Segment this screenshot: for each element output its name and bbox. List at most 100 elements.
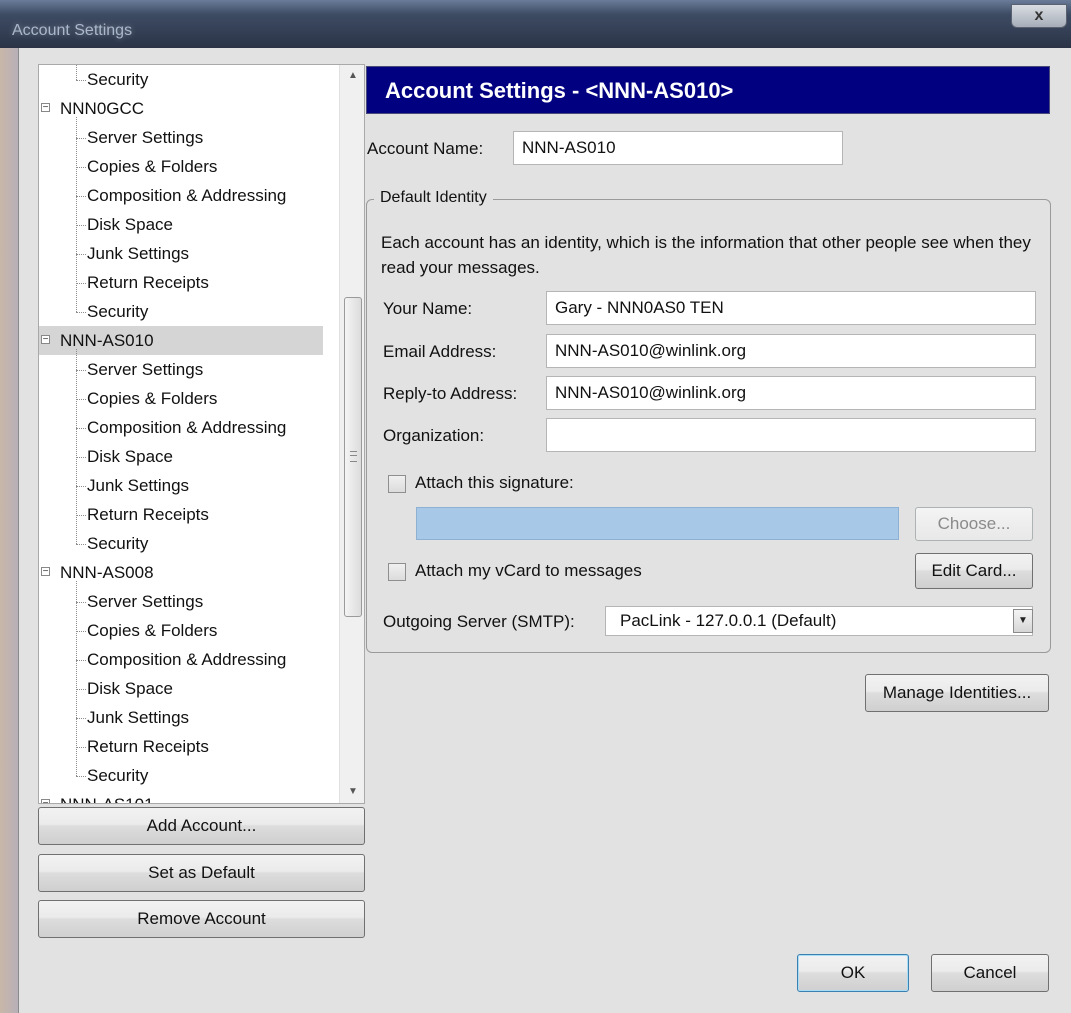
- collapse-icon[interactable]: −: [41, 103, 50, 113]
- tree-setting-item[interactable]: Server Settings: [39, 355, 323, 384]
- tree-setting-item[interactable]: Disk Space: [39, 210, 323, 239]
- manage-identities-button[interactable]: Manage Identities...: [865, 674, 1049, 712]
- tree-setting-item[interactable]: Security: [39, 529, 323, 558]
- collapse-icon[interactable]: −: [41, 799, 50, 803]
- tree-setting-item[interactable]: Security: [39, 65, 323, 94]
- tree-connector: [76, 515, 86, 516]
- ok-button[interactable]: OK: [797, 954, 909, 992]
- tree-item-label: NNN-AS010: [60, 331, 154, 350]
- tree-setting-item[interactable]: Composition & Addressing: [39, 413, 323, 442]
- organization-label: Organization:: [383, 426, 485, 445]
- collapse-icon[interactable]: −: [41, 567, 50, 577]
- email-address-input[interactable]: NNN-AS010@winlink.org: [546, 334, 1036, 368]
- account-tree[interactable]: Security − NNN0GCC Server Settings Copies & …: [38, 64, 365, 804]
- tree-setting-item[interactable]: Security: [39, 297, 323, 326]
- window-title: Account Settings: [12, 22, 133, 39]
- outgoing-server-label: Outgoing Server (SMTP):: [383, 612, 575, 631]
- email-address-label: Email Address:: [383, 342, 497, 361]
- tree-connector: [76, 254, 86, 255]
- title-bar: Account Settings x: [0, 0, 1071, 48]
- attach-vcard-label: Attach my vCard to messages: [415, 561, 642, 580]
- tree-setting-item[interactable]: Return Receipts: [39, 732, 323, 761]
- reply-to-label: Reply-to Address:: [383, 384, 518, 403]
- window-frame: [0, 48, 18, 1013]
- tree-setting-item[interactable]: Security: [39, 761, 323, 790]
- cancel-button[interactable]: Cancel: [931, 954, 1049, 992]
- choose-button[interactable]: Choose...: [915, 507, 1033, 541]
- tree-connector: [76, 399, 86, 400]
- attach-signature-checkbox[interactable]: [388, 475, 406, 493]
- tree-setting-item[interactable]: Composition & Addressing: [39, 645, 323, 674]
- tree-item-label: Return Receipts: [87, 505, 209, 524]
- tree-item-label: Security: [87, 302, 149, 321]
- default-identity-legend: Default Identity: [374, 189, 493, 207]
- tree-setting-item[interactable]: Server Settings: [39, 123, 323, 152]
- organization-input[interactable]: [546, 418, 1036, 452]
- tree-setting-item[interactable]: Composition & Addressing: [39, 181, 323, 210]
- tree-item-label: NNN0GCC: [60, 99, 145, 118]
- account-name-input[interactable]: NNN-AS010: [513, 131, 843, 165]
- add-account-button[interactable]: Add Account...: [38, 807, 365, 845]
- tree-item-label: Copies & Folders: [87, 389, 218, 408]
- tree-connector: [76, 80, 86, 81]
- set-as-default-button[interactable]: Set as Default: [38, 854, 365, 892]
- tree-setting-item[interactable]: Disk Space: [39, 442, 323, 471]
- tree-item-label: Disk Space: [87, 215, 173, 234]
- tree-item-label: Return Receipts: [87, 273, 209, 292]
- tree-item-label: Server Settings: [87, 128, 204, 147]
- tree-setting-item[interactable]: Return Receipts: [39, 500, 323, 529]
- grip-icon: [350, 451, 357, 462]
- account-name-label: Account Name:: [367, 139, 484, 158]
- tree-item-label: Return Receipts: [87, 737, 209, 756]
- tree-setting-item[interactable]: Junk Settings: [39, 471, 323, 500]
- tree-account-item[interactable]: − NNN-AS101: [39, 790, 323, 803]
- tree-connector: [76, 283, 86, 284]
- tree-item-label: Composition & Addressing: [87, 186, 287, 205]
- tree-scrollbar[interactable]: ▲ ▼: [339, 65, 364, 803]
- tree-setting-item[interactable]: Copies & Folders: [39, 616, 323, 645]
- tree-connector: [76, 776, 86, 777]
- tree-connector: [76, 428, 86, 429]
- tree-account-item[interactable]: − NNN-AS008: [39, 558, 323, 587]
- scroll-up-arrow-icon[interactable]: ▲: [340, 65, 364, 87]
- tree-account-item[interactable]: − NNN0GCC: [39, 94, 323, 123]
- scrollbar-thumb[interactable]: [344, 297, 362, 617]
- tree-item-label: NNN-AS008: [60, 563, 154, 582]
- tree-connector: [76, 457, 86, 458]
- close-button[interactable]: x: [1011, 4, 1067, 28]
- tree-setting-item[interactable]: Disk Space: [39, 674, 323, 703]
- reply-to-input[interactable]: NNN-AS010@winlink.org: [546, 376, 1036, 410]
- tree-item-label: Server Settings: [87, 592, 204, 611]
- remove-account-button[interactable]: Remove Account: [38, 900, 365, 938]
- page-title: Account Settings - <NNN-AS010>: [366, 66, 1050, 114]
- outgoing-server-select[interactable]: PacLink - 127.0.0.1 (Default): [605, 606, 1033, 636]
- tree-setting-item[interactable]: Return Receipts: [39, 268, 323, 297]
- your-name-input[interactable]: Gary - NNN0AS0 TEN: [546, 291, 1036, 325]
- tree-item-label: Junk Settings: [87, 476, 190, 495]
- tree-setting-item[interactable]: Server Settings: [39, 587, 323, 616]
- tree-connector: [76, 544, 86, 545]
- tree-connector: [76, 660, 86, 661]
- tree-connector: [76, 370, 86, 371]
- tree-item-label: Server Settings: [87, 360, 204, 379]
- scroll-down-arrow-icon[interactable]: ▼: [340, 781, 364, 803]
- close-icon: x: [1034, 7, 1044, 24]
- tree-setting-item[interactable]: Copies & Folders: [39, 384, 323, 413]
- attach-signature-label: Attach this signature:: [415, 473, 574, 492]
- tree-setting-item[interactable]: Junk Settings: [39, 239, 323, 268]
- attach-vcard-checkbox[interactable]: [388, 563, 406, 581]
- tree-setting-item[interactable]: Junk Settings: [39, 703, 323, 732]
- signature-file-input[interactable]: [416, 507, 899, 540]
- tree-setting-item[interactable]: Copies & Folders: [39, 152, 323, 181]
- collapse-icon[interactable]: −: [41, 335, 50, 345]
- edit-card-button[interactable]: Edit Card...: [915, 553, 1033, 589]
- tree-connector: [76, 631, 86, 632]
- tree-account-item[interactable]: − NNN-AS010: [39, 326, 323, 355]
- tree-connector: [76, 138, 86, 139]
- chevron-down-icon[interactable]: ▼: [1013, 609, 1033, 633]
- your-name-label: Your Name:: [383, 299, 473, 318]
- tree-item-label: Composition & Addressing: [87, 650, 287, 669]
- tree-connector: [76, 117, 77, 312]
- tree-item-label: Disk Space: [87, 447, 173, 466]
- tree-item-label: Security: [87, 70, 149, 89]
